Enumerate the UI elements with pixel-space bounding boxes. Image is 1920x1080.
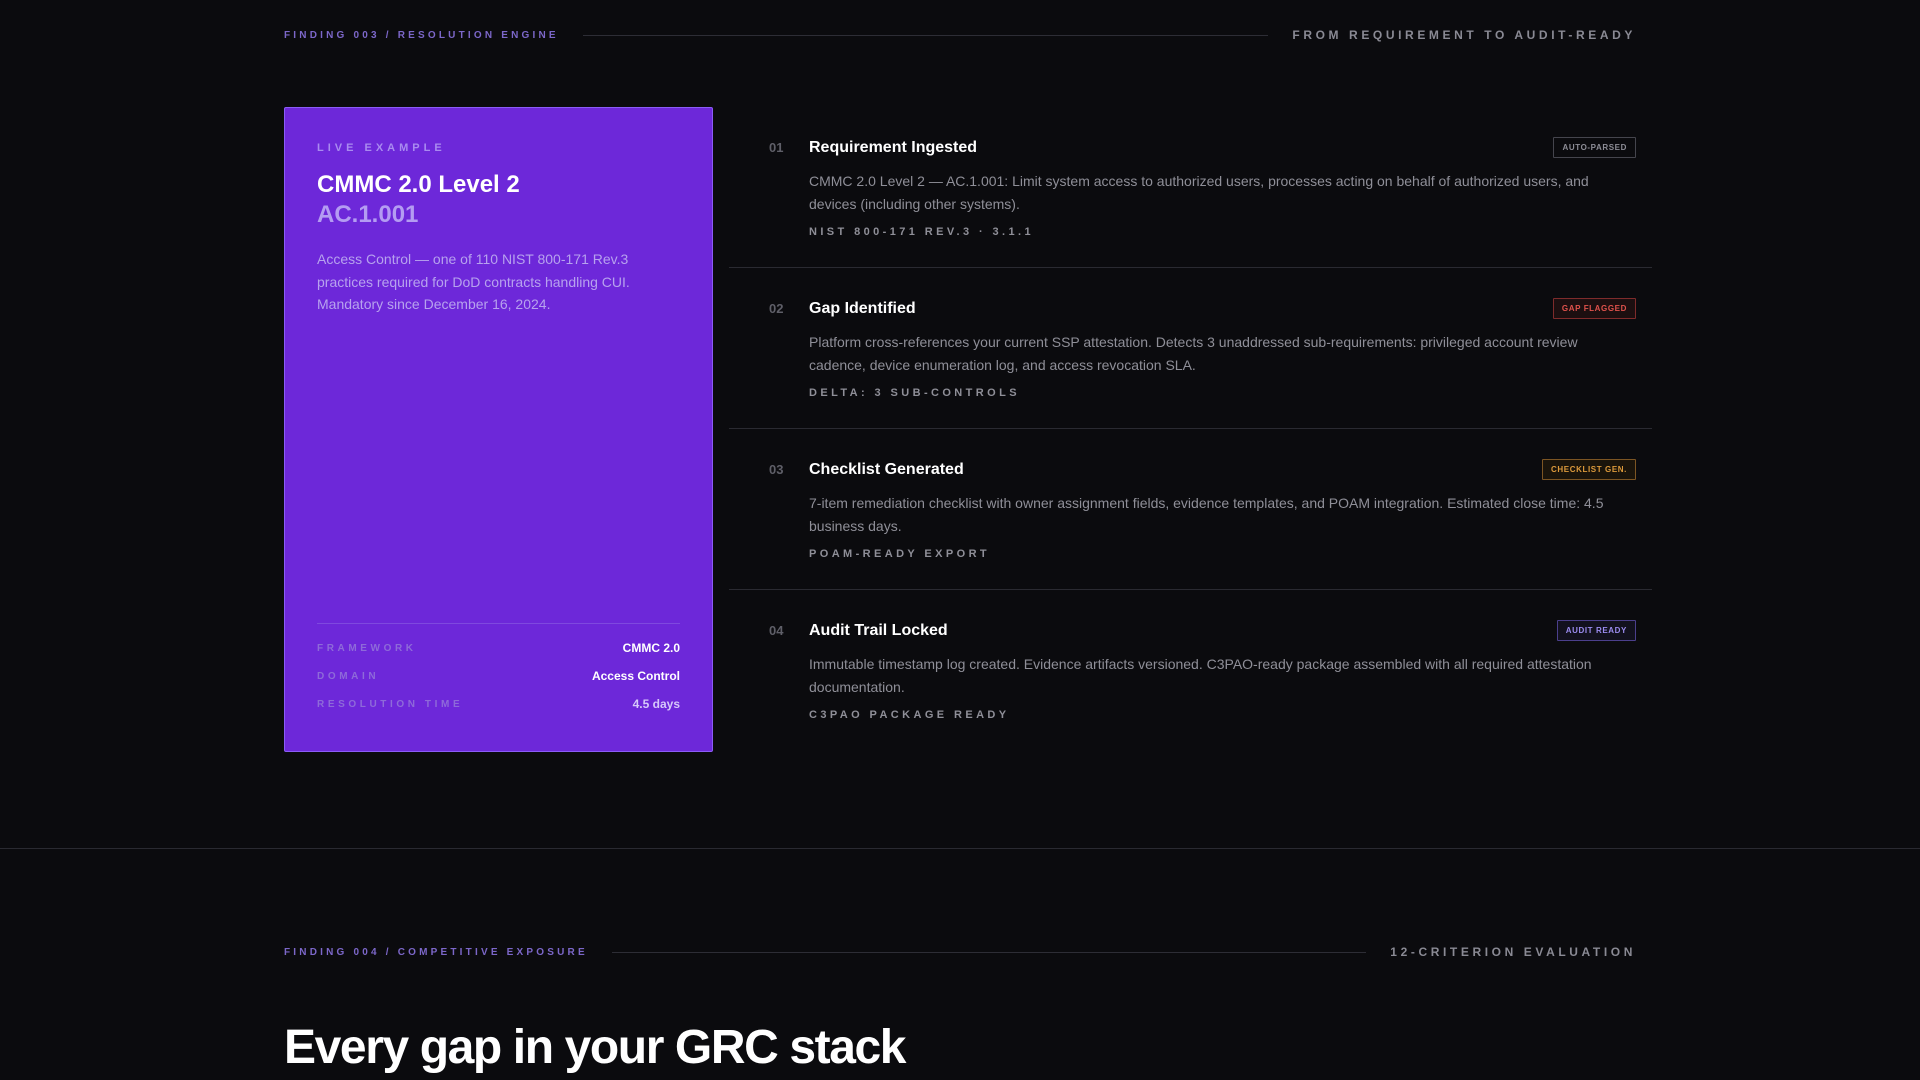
live-example-card: LIVE EXAMPLE CMMC 2.0 Level 2 AC.1.001 A… (284, 107, 713, 752)
step-number: 01 (769, 140, 784, 155)
meta-row-resolution-time: RESOLUTION TIME 4.5 days (317, 690, 680, 718)
section-header-resolution-engine: FINDING 003 / RESOLUTION ENGINE FROM REQ… (284, 28, 1636, 42)
step-title: Requirement Ingested (809, 138, 978, 156)
step-body: CMMC 2.0 Level 2 — AC.1.001: Limit syste… (809, 173, 1589, 212)
step-title: Gap Identified (809, 299, 916, 317)
meta-value: CMMC 2.0 (622, 641, 680, 655)
section-divider (0, 848, 1920, 849)
status-badge: GAP FLAGGED (1552, 298, 1636, 319)
step-checklist-generated: 03 Checklist Generated CHECKLIST GEN. 7-… (729, 429, 1652, 590)
meta-value: Access Control (591, 669, 680, 683)
step-tag: DELTA: 3 SUB-CONTROLS (809, 387, 1020, 399)
section-caption: 12-CRITERION EVALUATION (1390, 945, 1636, 959)
meta-key: RESOLUTION TIME (317, 698, 464, 710)
step-body: 7-item remediation checklist with owner … (809, 495, 1604, 534)
step-requirement-ingested: 01 Requirement Ingested AUTO-PARSED CMMC… (729, 107, 1652, 268)
meta-value: 4.5 days (632, 697, 680, 711)
resolution-steps: 01 Requirement Ingested AUTO-PARSED CMMC… (729, 107, 1652, 751)
card-description: Access Control — one of 110 NIST 800-171… (317, 251, 630, 312)
meta-key: FRAMEWORK (317, 642, 417, 654)
card-control-id: AC.1.001 (317, 201, 419, 228)
step-header: Audit Trail Locked AUDIT READY (809, 620, 1636, 641)
step-number: 04 (769, 623, 784, 638)
card-meta: FRAMEWORK CMMC 2.0 DOMAIN Access Control… (317, 623, 680, 718)
step-body: Immutable timestamp log created. Evidenc… (809, 656, 1592, 695)
divider (611, 951, 1367, 953)
step-body: Platform cross-references your current S… (809, 334, 1578, 373)
page: FINDING 003 / RESOLUTION ENGINE FROM REQ… (0, 0, 1920, 1080)
section-label: FINDING 003 / RESOLUTION ENGINE (284, 29, 559, 41)
step-tag: C3PAO PACKAGE READY (809, 709, 1010, 721)
section-caption: FROM REQUIREMENT TO AUDIT-READY (1292, 28, 1636, 42)
section-header-competitive-exposure: FINDING 004 / COMPETITIVE EXPOSURE 12-CR… (284, 945, 1636, 959)
status-badge: AUDIT READY (1556, 620, 1636, 641)
step-header: Gap Identified GAP FLAGGED (809, 298, 1636, 319)
step-header: Checklist Generated CHECKLIST GEN. (809, 459, 1636, 480)
meta-row-framework: FRAMEWORK CMMC 2.0 (317, 634, 680, 662)
section-label: FINDING 004 / COMPETITIVE EXPOSURE (284, 946, 588, 958)
card-eyebrow: LIVE EXAMPLE (317, 142, 446, 154)
step-tag: POAM-READY EXPORT (809, 548, 991, 560)
meta-row-domain: DOMAIN Access Control (317, 662, 680, 690)
step-number: 02 (769, 301, 784, 316)
step-title: Audit Trail Locked (809, 621, 948, 639)
meta-key: DOMAIN (317, 670, 380, 682)
step-audit-trail-locked: 04 Audit Trail Locked AUDIT READY Immuta… (729, 590, 1652, 751)
step-gap-identified: 02 Gap Identified GAP FLAGGED Platform c… (729, 268, 1652, 429)
card-title: CMMC 2.0 Level 2 (317, 171, 520, 198)
status-badge: CHECKLIST GEN. (1542, 459, 1636, 480)
step-title: Checklist Generated (809, 460, 964, 478)
status-badge: AUTO-PARSED (1553, 137, 1636, 158)
step-number: 03 (769, 462, 784, 477)
divider (582, 34, 1269, 36)
section-headline: Every gap in your GRC stack (284, 1021, 907, 1074)
step-tag: NIST 800-171 REV.3 · 3.1.1 (809, 226, 1034, 238)
step-header: Requirement Ingested AUTO-PARSED (809, 137, 1636, 158)
